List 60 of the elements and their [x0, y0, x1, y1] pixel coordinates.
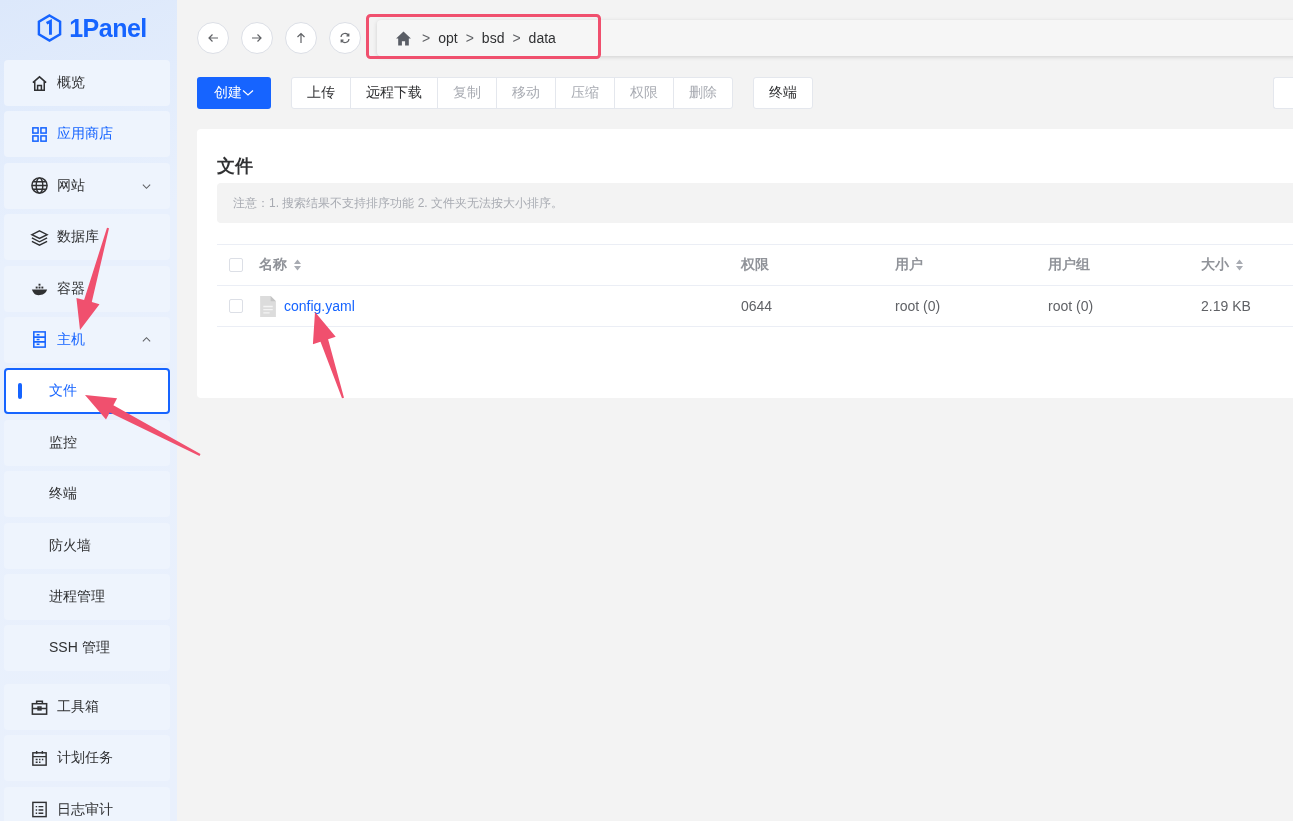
create-button[interactable]: 创建: [197, 77, 271, 109]
file-name-link[interactable]: config.yaml: [284, 298, 355, 314]
forward-icon: [251, 32, 263, 44]
selection-indicator: [18, 383, 22, 400]
forward-button[interactable]: [241, 22, 273, 54]
sort-icon[interactable]: [1235, 259, 1244, 271]
sidebar-item[interactable]: 网站: [4, 162, 170, 209]
submenu-item[interactable]: 进程管理: [4, 573, 170, 620]
toolbar-button[interactable]: 上传: [291, 77, 351, 109]
file-icon: [259, 295, 276, 317]
table-cell: 2.19 KB: [1201, 298, 1251, 314]
notice-text: 注意：1. 搜索结果不支持排序功能 2. 文件夹无法按大小排序。: [217, 183, 1293, 223]
calendar-icon: [30, 748, 49, 768]
submenu-item[interactable]: SSH 管理: [4, 625, 170, 672]
sidebar-item[interactable]: 计划任务: [4, 735, 170, 782]
back-icon: [207, 32, 219, 44]
up-icon: [295, 32, 307, 44]
grid-icon: [30, 124, 49, 144]
list-icon: [30, 800, 49, 820]
select-all-checkbox[interactable]: [229, 258, 243, 272]
sidebar-item[interactable]: 应用商店: [4, 111, 170, 158]
submenu-item[interactable]: 文件: [4, 368, 170, 415]
refresh-button[interactable]: [329, 22, 361, 54]
sidebar-item[interactable]: 容器: [4, 265, 170, 312]
path-separator: >: [512, 30, 521, 46]
row-checkbox[interactable]: [229, 299, 243, 313]
sidebar-item[interactable]: 日志审计: [4, 786, 170, 821]
sort-icon[interactable]: [293, 259, 302, 271]
submenu-item[interactable]: 防火墙: [4, 522, 170, 569]
path-segment[interactable]: data: [528, 30, 556, 46]
path-bar[interactable]: > opt > bsd > data: [377, 20, 1293, 56]
back-button[interactable]: [197, 22, 229, 54]
partial-button[interactable]: [1273, 77, 1293, 109]
logo-text: 1Panel: [69, 13, 147, 43]
toolbar-button[interactable]: 终端: [753, 77, 813, 109]
table-cell: root (0): [895, 298, 941, 314]
path-separator: >: [465, 30, 474, 46]
server-icon: [30, 330, 49, 350]
up-button[interactable]: [285, 22, 317, 54]
card-title: 文件: [217, 155, 254, 178]
table-cell: 0644: [741, 298, 773, 314]
chevron-up-icon: [141, 334, 152, 345]
logo-icon: [36, 13, 64, 43]
refresh-icon: [339, 32, 351, 44]
table-cell: root (0): [1048, 298, 1094, 314]
sidebar-item[interactable]: 数据库: [4, 214, 170, 261]
submenu-item[interactable]: 终端: [4, 471, 170, 518]
path-separator: >: [422, 30, 431, 46]
toolbar-button[interactable]: 远程下载: [350, 77, 438, 109]
globe-icon: [30, 176, 49, 196]
submenu-item[interactable]: 监控: [4, 419, 170, 466]
home-icon: [30, 73, 49, 93]
home-icon: [395, 29, 412, 47]
sidebar-item[interactable]: 概览: [4, 60, 170, 106]
layers-icon: [30, 227, 49, 247]
path-segment[interactable]: bsd: [481, 30, 505, 46]
path-segment[interactable]: opt: [438, 30, 458, 46]
caret-icon: [242, 89, 254, 97]
sidebar-item[interactable]: 工具箱: [4, 684, 170, 731]
sidebar-item[interactable]: 主机: [4, 316, 170, 363]
